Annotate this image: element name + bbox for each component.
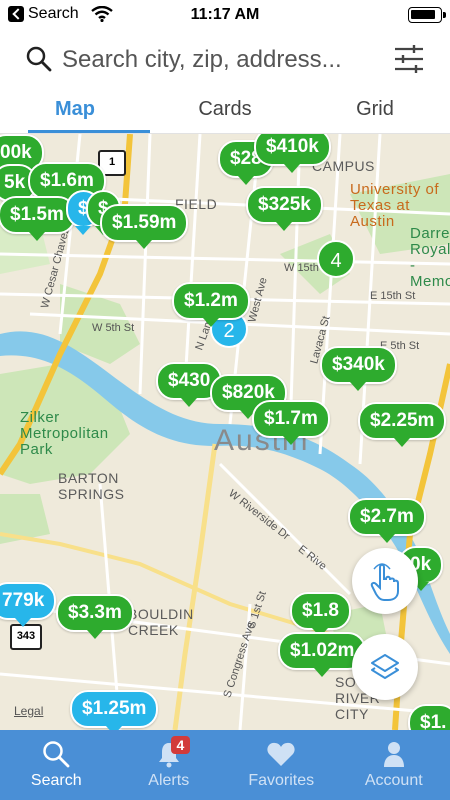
nav-alerts[interactable]: 4 Alerts (113, 730, 226, 800)
price-pin[interactable]: $2.7m (348, 498, 426, 543)
price-pin[interactable]: $3.3m (56, 594, 134, 639)
price-pin[interactable]: $1.8 (290, 592, 351, 637)
search-icon (43, 741, 70, 768)
map-label-darrell: Darrell Royal - Memorial (410, 225, 450, 290)
legal-link[interactable]: Legal (14, 704, 43, 718)
price-pin[interactable]: $410k (254, 134, 331, 173)
nav-account[interactable]: Account (338, 730, 450, 800)
price-pin[interactable]: $2.25m (358, 402, 447, 447)
price-pin[interactable]: $325k (246, 186, 323, 231)
filter-sliders-icon[interactable] (392, 42, 426, 76)
nav-favorites-label: Favorites (248, 772, 315, 789)
price-pin[interactable]: $1.7m (252, 400, 330, 445)
battery-icon (408, 7, 446, 23)
map-label-bouldin: BOULDIN CREEK (128, 606, 194, 638)
price-pin[interactable]: $1.2m (172, 282, 250, 327)
tab-cards[interactable]: Cards (150, 90, 300, 133)
nav-alerts-label: Alerts (148, 772, 190, 789)
price-pin[interactable]: $1.5m (0, 196, 76, 241)
price-pin[interactable]: $1. (408, 704, 450, 730)
price-pin[interactable]: $1.25m (70, 690, 159, 730)
tab-grid[interactable]: Grid (300, 90, 450, 133)
nav-favorites[interactable]: Favorites (225, 730, 338, 800)
cluster-marker[interactable]: 4 (317, 240, 355, 278)
search-bar: Search city, zip, address... (0, 30, 450, 90)
alerts-badge: 4 (170, 736, 191, 754)
map-label-zilker: Zilker Metropolitan Park (20, 409, 109, 458)
person-icon (383, 742, 404, 767)
map-label-barton: BARTON SPRINGS (58, 470, 125, 502)
map-view[interactable]: University of Texas at Austin CAMPUS FIE… (0, 134, 450, 730)
street-e15: E 15th St (370, 290, 416, 302)
draw-area-button[interactable] (352, 548, 418, 614)
status-bar: Search 11:17 AM (0, 0, 450, 30)
price-pin[interactable]: $340k (320, 346, 397, 391)
nav-search-label: Search (30, 772, 82, 789)
clock: 11:17 AM (190, 6, 260, 23)
view-tabs: Map Cards Grid (0, 90, 450, 134)
street-w5: W 5th St (92, 322, 135, 334)
heart-icon (267, 742, 295, 766)
search-input[interactable]: Search city, zip, address... (62, 46, 382, 74)
bottom-nav: Search 4 Alerts Favorites Account (0, 730, 450, 800)
price-pin[interactable]: $1.59m (100, 204, 189, 249)
layers-icon (371, 654, 399, 679)
map-label-ut: University of Texas at Austin (350, 181, 440, 230)
price-pin[interactable]: 779k (0, 582, 57, 627)
tab-map[interactable]: Map (0, 90, 150, 133)
search-icon (26, 46, 52, 72)
hand-pointer-icon (370, 563, 399, 601)
map-layers-button[interactable] (352, 634, 418, 700)
nav-search[interactable]: Search (0, 730, 113, 800)
nav-account-label: Account (364, 772, 423, 789)
highway-shield-343: 343 (10, 624, 42, 650)
